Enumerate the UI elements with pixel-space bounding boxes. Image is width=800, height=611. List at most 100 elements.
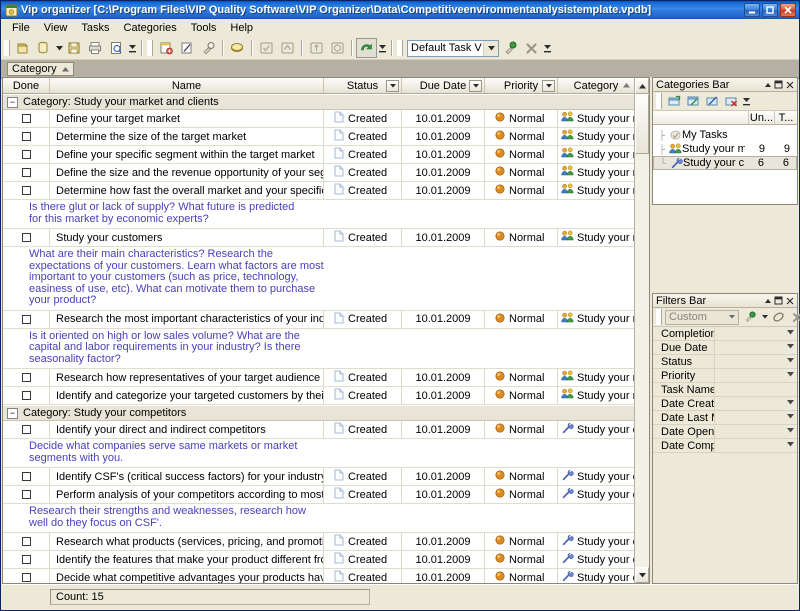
- cell-category[interactable]: Study your comp: [558, 468, 634, 485]
- cell-due-date[interactable]: 10.01.2009: [402, 310, 485, 328]
- cell-name[interactable]: Research the most important characterist…: [50, 310, 324, 328]
- mark-done-icon[interactable]: [256, 38, 277, 58]
- cell-priority[interactable]: Normal: [485, 533, 558, 550]
- edit-task-icon[interactable]: [177, 38, 198, 58]
- menu-item-categories[interactable]: Categories: [117, 21, 184, 35]
- auto-hide-pin-icon[interactable]: [773, 295, 784, 306]
- category-tree-item[interactable]: ├ Study your market and clients 9 9: [653, 142, 797, 156]
- category-tree-item[interactable]: ├ My Tasks: [653, 128, 797, 142]
- done-checkbox[interactable]: [21, 186, 31, 195]
- maximize-button[interactable]: [762, 3, 778, 17]
- cell-category[interactable]: Study your mark: [558, 110, 634, 127]
- done-checkbox[interactable]: [21, 373, 31, 382]
- cell-priority[interactable]: Normal: [485, 182, 558, 199]
- cell-done[interactable]: [3, 369, 50, 386]
- toolbar-grip-3[interactable]: [397, 40, 403, 56]
- table-row[interactable]: Decide what competitive advantages your …: [3, 569, 634, 583]
- filter-row[interactable]: Task Name: [653, 383, 797, 397]
- add-task-icon[interactable]: [156, 38, 177, 58]
- apply-view-icon[interactable]: [500, 38, 521, 58]
- filter-row[interactable]: Priority: [653, 369, 797, 383]
- menu-item-file[interactable]: File: [5, 21, 37, 35]
- categories-col-total[interactable]: T...: [775, 111, 797, 124]
- cell-priority[interactable]: Normal: [485, 164, 558, 181]
- chevron-down-icon[interactable]: [483, 40, 498, 56]
- filter-value-input[interactable]: [715, 355, 797, 368]
- done-checkbox[interactable]: [21, 555, 31, 564]
- collapse-icon[interactable]: [762, 295, 773, 306]
- chevron-down-icon[interactable]: [787, 428, 794, 435]
- toolbar-overflow-button-2[interactable]: [377, 38, 388, 58]
- cell-status[interactable]: Created: [324, 310, 402, 328]
- cell-done[interactable]: [3, 146, 50, 163]
- close-icon[interactable]: [784, 295, 795, 306]
- cell-priority[interactable]: Normal: [485, 128, 558, 145]
- cell-category[interactable]: Study your mark: [558, 311, 634, 328]
- column-header-done[interactable]: Done: [3, 78, 50, 93]
- cell-due-date[interactable]: 10.01.2009: [402, 468, 485, 485]
- column-header-category[interactable]: Category: [558, 78, 634, 93]
- toolbar-overflow-button-3[interactable]: [542, 38, 553, 58]
- column-header-due-date[interactable]: Due Date: [402, 78, 485, 93]
- filter-value-input[interactable]: [715, 425, 797, 438]
- cell-status[interactable]: Created: [324, 164, 402, 181]
- grid-vertical-scrollbar[interactable]: [634, 77, 650, 584]
- cell-name[interactable]: Identify the features that make your pro…: [50, 551, 324, 568]
- filter-value-input[interactable]: [715, 383, 797, 396]
- cell-due-date[interactable]: 10.01.2009: [402, 146, 485, 163]
- table-row[interactable]: Research the most important characterist…: [3, 310, 634, 329]
- cell-due-date[interactable]: 10.01.2009: [402, 182, 485, 199]
- cell-status[interactable]: Created: [324, 421, 402, 438]
- cell-done[interactable]: [3, 164, 50, 181]
- category-tree-item[interactable]: └ Study your competitors 6 6: [653, 156, 797, 170]
- filter-row[interactable]: Date Created: [653, 397, 797, 411]
- cell-done[interactable]: [3, 468, 50, 485]
- cell-name[interactable]: Perform analysis of your competitors acc…: [50, 486, 324, 503]
- chevron-down-icon[interactable]: [787, 358, 794, 365]
- task-note-row[interactable]: What are their main characteristics? Res…: [3, 247, 634, 311]
- group-collapse-icon[interactable]: −: [7, 407, 18, 419]
- done-checkbox[interactable]: [21, 233, 31, 242]
- chevron-down-icon[interactable]: [725, 314, 738, 321]
- done-checkbox[interactable]: [21, 425, 31, 434]
- column-header-status[interactable]: Status: [324, 78, 402, 93]
- cell-done[interactable]: [3, 569, 50, 583]
- cell-done[interactable]: [3, 387, 50, 404]
- done-checkbox[interactable]: [21, 150, 31, 159]
- group-header-row[interactable]: − Category: Study your market and clients: [3, 94, 634, 110]
- filter-row[interactable]: Due Date: [653, 341, 797, 355]
- table-row[interactable]: Define the size and the revenue opportun…: [3, 164, 634, 182]
- filter-dropdown-icon-status[interactable]: [386, 80, 399, 92]
- cell-priority[interactable]: Normal: [485, 110, 558, 127]
- cell-due-date[interactable]: 10.01.2009: [402, 164, 485, 181]
- table-row[interactable]: Perform analysis of your competitors acc…: [3, 486, 634, 504]
- table-row[interactable]: Determine how fast the overall market an…: [3, 182, 634, 200]
- cell-due-date[interactable]: 10.01.2009: [402, 569, 485, 583]
- cell-status[interactable]: Created: [324, 182, 402, 199]
- move-up-icon[interactable]: [306, 38, 327, 58]
- properties-icon[interactable]: [198, 38, 219, 58]
- column-header-priority[interactable]: Priority: [485, 78, 558, 93]
- filter-value-input[interactable]: [715, 439, 797, 452]
- cell-due-date[interactable]: 10.01.2009: [402, 551, 485, 568]
- move-down-icon[interactable]: [327, 38, 348, 58]
- filter-row[interactable]: Completion: [653, 327, 797, 341]
- cell-due-date[interactable]: 10.01.2009: [402, 421, 485, 438]
- cell-name[interactable]: Study your customers: [50, 229, 324, 246]
- cell-status[interactable]: Created: [324, 110, 402, 127]
- cell-name[interactable]: Identify and categorize your targeted cu…: [50, 387, 324, 404]
- chevron-down-icon[interactable]: [787, 442, 794, 449]
- cell-priority[interactable]: Normal: [485, 551, 558, 568]
- open-dropdown-arrow-icon[interactable]: [55, 38, 64, 58]
- toolbar-grip[interactable]: [4, 40, 10, 56]
- cell-priority[interactable]: Normal: [485, 146, 558, 163]
- filter-value-input[interactable]: [715, 327, 797, 340]
- cell-name[interactable]: Research what products (services, pricin…: [50, 533, 324, 550]
- task-note-row[interactable]: Decide what companies serve same markets…: [3, 439, 634, 468]
- rename-category-icon[interactable]: [703, 93, 722, 110]
- cell-priority[interactable]: Normal: [485, 486, 558, 503]
- cell-priority[interactable]: Normal: [485, 468, 558, 485]
- cell-status[interactable]: Created: [324, 569, 402, 583]
- cell-name[interactable]: Identify your direct and indirect compet…: [50, 421, 324, 438]
- table-row[interactable]: Identify your direct and indirect compet…: [3, 421, 634, 439]
